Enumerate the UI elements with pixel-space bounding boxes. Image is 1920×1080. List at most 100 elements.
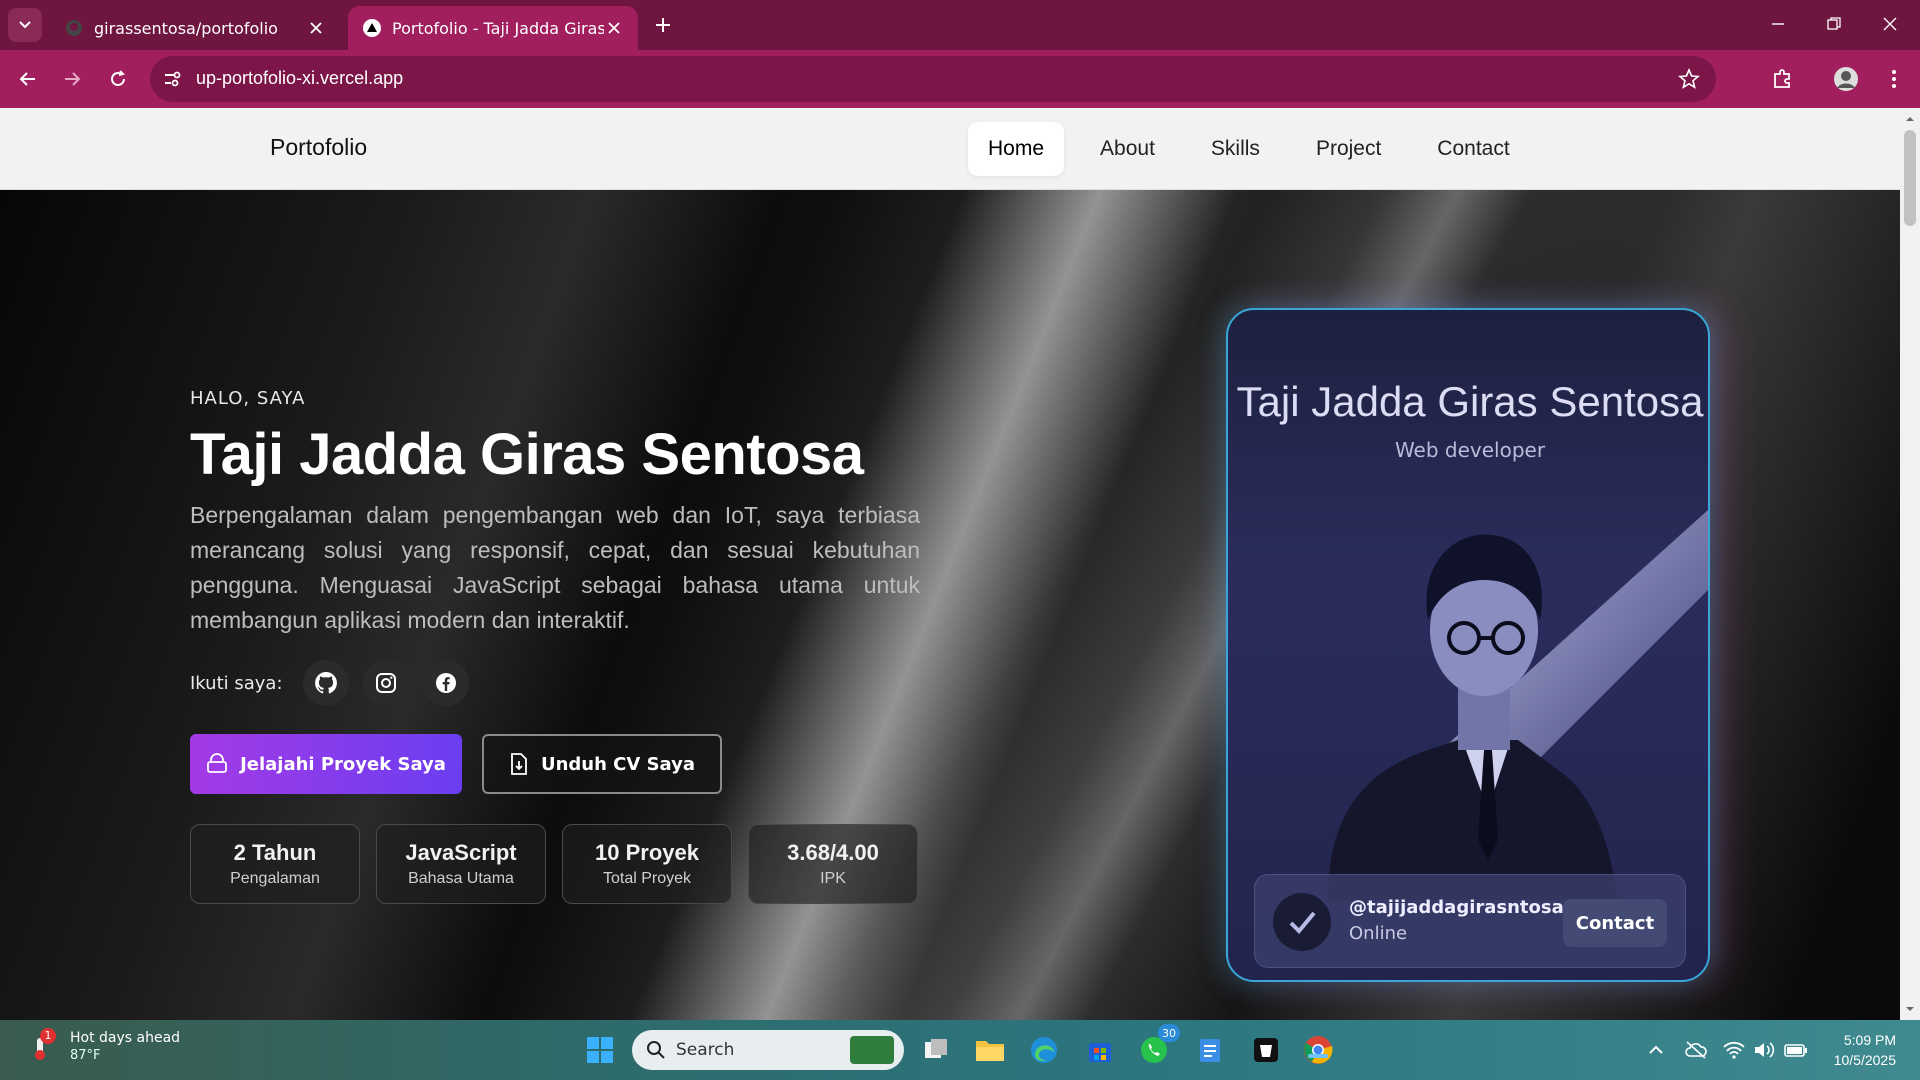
- vercel-icon: [362, 18, 382, 38]
- site-brand[interactable]: Portofolio: [270, 134, 367, 161]
- windows-icon: [587, 1037, 613, 1063]
- briefcase-icon: [207, 753, 227, 773]
- stat-value: 10 Proyek: [595, 840, 699, 865]
- chrome-button[interactable]: [1298, 1030, 1338, 1070]
- explore-projects-button[interactable]: Jelajahi Proyek Saya: [190, 734, 462, 794]
- tab-portfolio[interactable]: Portofolio - Taji Jadda Giras Sentosa: [348, 6, 638, 50]
- close-icon[interactable]: [306, 18, 326, 38]
- tab-search-button[interactable]: [8, 8, 42, 42]
- close-icon: [1883, 17, 1897, 31]
- search-highlight-image: [850, 1036, 894, 1064]
- store-button[interactable]: [1080, 1030, 1120, 1070]
- close-window-button[interactable]: [1870, 8, 1910, 40]
- stat-card: 3.68/4.00 IPK: [748, 824, 918, 904]
- nav-skills[interactable]: Skills: [1191, 122, 1280, 176]
- url-text[interactable]: up-portofolio-xi.vercel.app: [196, 68, 403, 89]
- windows-taskbar: 1 Hot days ahead 87°F Search 30 5:09 PM …: [0, 1020, 1920, 1080]
- follow-label: Ikuti saya:: [190, 672, 283, 694]
- nav-about[interactable]: About: [1080, 122, 1175, 176]
- chrome-icon: [1304, 1036, 1333, 1064]
- card-footer: @tajijaddagirasntosa Online Contact: [1254, 874, 1686, 968]
- stat-value: JavaScript: [405, 840, 517, 865]
- task-view-button[interactable]: [916, 1030, 956, 1070]
- system-clock[interactable]: 5:09 PM 10/5/2025: [1834, 1030, 1896, 1070]
- reload-button[interactable]: [102, 63, 134, 95]
- scrollbar-thumb[interactable]: [1904, 130, 1916, 226]
- github-link[interactable]: [302, 660, 349, 706]
- thermometer-icon: 1: [26, 1027, 56, 1062]
- volume-status[interactable]: [1752, 1038, 1776, 1062]
- hero-name: Taji Jadda Giras Sentosa: [190, 422, 864, 487]
- battery-status[interactable]: [1784, 1038, 1808, 1062]
- back-button[interactable]: [12, 63, 44, 95]
- whatsapp-badge: 30: [1158, 1024, 1180, 1042]
- scroll-up-icon[interactable]: [1905, 114, 1915, 124]
- hero-greeting: HALO, SAYA: [190, 388, 306, 409]
- weather-temp: 87°F: [70, 1048, 101, 1063]
- puzzle-icon: [1774, 69, 1790, 88]
- onedrive-status[interactable]: [1684, 1038, 1708, 1062]
- profile-button[interactable]: [1830, 63, 1862, 95]
- notepad-icon: [1200, 1039, 1220, 1062]
- stats-row: 2 Tahun Pengalaman JavaScript Bahasa Uta…: [190, 824, 920, 904]
- hero-section: HALO, SAYA Taji Jadda Giras Sentosa Berp…: [190, 388, 920, 904]
- edge-button[interactable]: [1024, 1030, 1064, 1070]
- scroll-down-icon[interactable]: [1905, 1004, 1915, 1014]
- arrow-left-icon: [19, 72, 35, 86]
- explore-projects-label: Jelajahi Proyek Saya: [240, 753, 446, 775]
- file-explorer-button[interactable]: [970, 1030, 1010, 1070]
- whatsapp-button[interactable]: 30: [1134, 1024, 1180, 1070]
- instagram-link[interactable]: [362, 660, 409, 706]
- portrait-image: [1328, 510, 1708, 900]
- stat-value: 2 Tahun: [233, 840, 317, 865]
- card-contact-button[interactable]: Contact: [1563, 899, 1667, 947]
- active-app-indicator: [1308, 1054, 1328, 1058]
- store-icon: [1089, 1043, 1111, 1062]
- profile-card: Taji Jadda Giras Sentosa Web developer @…: [1226, 308, 1710, 982]
- address-bar[interactable]: up-portofolio-xi.vercel.app: [150, 56, 1716, 102]
- restore-button[interactable]: [1814, 8, 1854, 40]
- wifi-status[interactable]: [1722, 1038, 1746, 1062]
- stat-label: Bahasa Utama: [408, 870, 514, 887]
- stat-card: 2 Tahun Pengalaman: [190, 824, 360, 904]
- avatar-icon: [1834, 67, 1858, 91]
- browser-toolbar: up-portofolio-xi.vercel.app: [0, 50, 1920, 108]
- app-button[interactable]: [1246, 1030, 1286, 1070]
- site-settings-icon[interactable]: [162, 69, 182, 89]
- tab-github[interactable]: girassentosa/portofolio: [50, 6, 340, 50]
- facebook-link[interactable]: [422, 660, 469, 706]
- wifi-icon: [1723, 1041, 1745, 1059]
- menu-button[interactable]: [1878, 63, 1910, 95]
- instagram-icon: [375, 673, 396, 693]
- tray-overflow-button[interactable]: [1644, 1038, 1668, 1062]
- forward-button[interactable]: [56, 63, 88, 95]
- cta-row: Jelajahi Proyek Saya Unduh CV Saya: [190, 734, 920, 794]
- page-viewport: Portofolio Home About Skills Project Con…: [0, 108, 1900, 1020]
- edge-icon: [1031, 1037, 1057, 1063]
- hero-description: Berpengalaman dalam pengembangan web dan…: [190, 502, 920, 633]
- chevron-down-icon: [19, 21, 31, 29]
- minimize-button[interactable]: [1758, 8, 1798, 40]
- start-button[interactable]: [580, 1030, 620, 1070]
- clock-date: 10/5/2025: [1833, 1052, 1896, 1068]
- bookmark-star-icon[interactable]: [1678, 68, 1700, 90]
- stat-card: JavaScript Bahasa Utama: [376, 824, 546, 904]
- stat-label: Total Proyek: [602, 870, 692, 887]
- download-cv-button[interactable]: Unduh CV Saya: [482, 734, 722, 794]
- new-tab-button[interactable]: [650, 12, 676, 38]
- notepad-button[interactable]: [1190, 1030, 1230, 1070]
- nav-contact[interactable]: Contact: [1417, 122, 1529, 176]
- search-icon: [647, 1041, 665, 1059]
- taskbar-search[interactable]: Search: [632, 1030, 904, 1070]
- clock-time: 5:09 PM: [1843, 1032, 1896, 1048]
- file-download-icon: [511, 753, 527, 775]
- nav-home[interactable]: Home: [968, 122, 1065, 176]
- reload-icon: [111, 70, 125, 86]
- tab-title: girassentosa/portofolio: [94, 18, 278, 38]
- close-icon[interactable]: [604, 18, 624, 38]
- nav-project[interactable]: Project: [1296, 122, 1401, 176]
- page-scrollbar[interactable]: [1900, 108, 1920, 1020]
- weather-widget[interactable]: 1 Hot days ahead 87°F: [26, 1027, 180, 1063]
- download-cv-label: Unduh CV Saya: [540, 753, 696, 775]
- extensions-button[interactable]: [1766, 63, 1798, 95]
